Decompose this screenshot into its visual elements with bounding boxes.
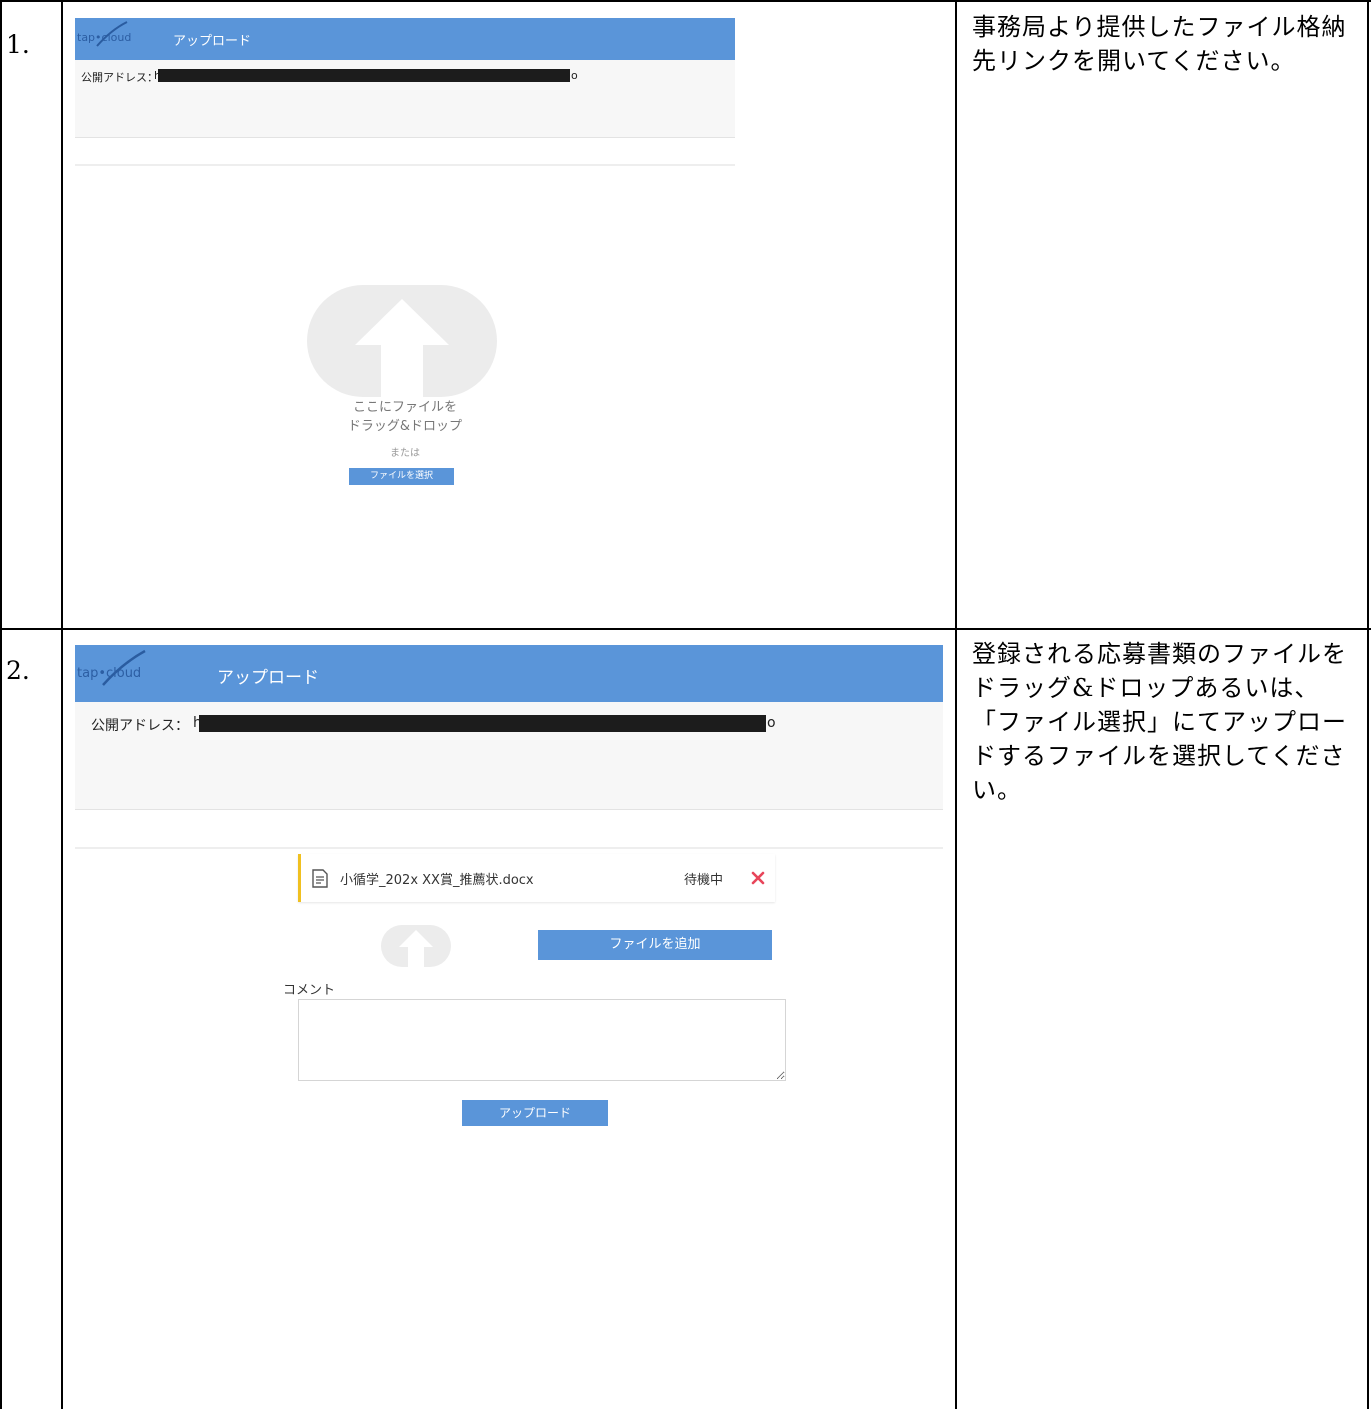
document-icon [312,869,328,888]
address-end: o [571,69,578,82]
file-item: 小循学_202x XX賞_推薦状.docx 待機中 [298,854,775,902]
step-number: 1. [6,30,30,59]
step-description: 事務局より提供したファイル格納先リンクを開いてください。 [972,13,1347,75]
header-title: アップロード [173,34,252,49]
separator [75,847,943,849]
app-header: tap•cloud アップロード [75,18,735,60]
redacted-address [199,715,766,732]
address-label: 公開アドレス： [81,71,158,84]
upload-button[interactable]: アップロード [462,1100,608,1126]
drop-text-line2: ドラッグ&ドロップ [347,419,463,434]
select-file-button[interactable]: ファイルを選択 [349,468,454,485]
or-text: または [390,448,420,459]
address-area: 公開アドレス： h o [75,702,943,810]
logo: tap•cloud [77,666,142,681]
drop-text-line1: ここにファイルを [352,400,457,415]
file-name: 小循学_202x XX賞_推薦状.docx [340,873,534,888]
table-border-number-column [61,0,63,1409]
header-title: アップロード [217,668,319,688]
address-label: 公開アドレス： [91,718,189,734]
upload-screenshot-2: tap•cloud アップロード 公開アドレス： h o 小循学_202x XX… [75,645,943,1405]
table-border-description-column [955,0,957,1409]
step-description: 登録される応募書類のファイルをドラッグ&ドロップあるいは、「ファイル選択」にてア… [972,640,1347,804]
upload-arrow-icon[interactable] [381,925,451,967]
table-border-row-divider [0,628,1371,630]
address-end: o [767,715,776,731]
file-status: 待機中 [684,873,724,888]
table-border-left [0,0,2,1409]
comment-label: コメント [283,983,336,998]
step-number: 2. [6,656,30,685]
address-area: 公開アドレス： h o [75,60,735,138]
drop-zone[interactable]: ここにファイルを ドラッグ&ドロップ または ファイルを選択 [75,168,735,608]
separator [75,164,735,166]
table-border-top [0,0,1371,2]
close-icon[interactable] [751,871,765,885]
logo: tap•cloud [77,31,132,44]
app-header: tap•cloud アップロード [75,645,943,702]
upload-arrow-icon [307,285,497,397]
upload-screenshot-1: tap•cloud アップロード 公開アドレス： h o ここにファイルを ドラ… [75,18,735,618]
table-border-right [1367,0,1369,1409]
redacted-address [158,69,570,82]
add-file-button[interactable]: ファイルを追加 [538,930,772,960]
comment-textarea[interactable] [298,999,786,1081]
